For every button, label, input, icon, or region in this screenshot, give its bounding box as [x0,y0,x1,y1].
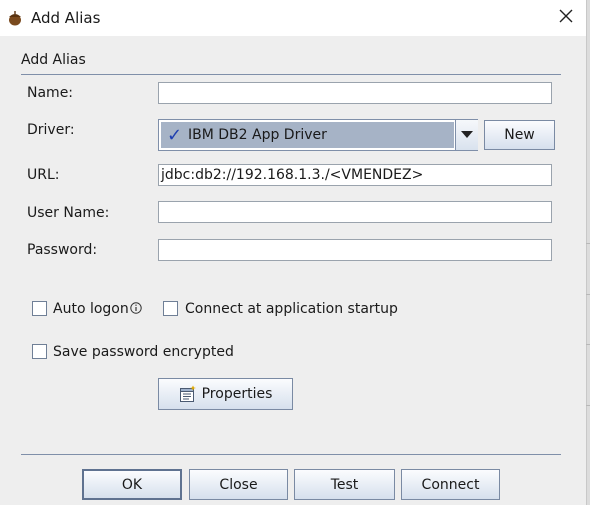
background-divider [586,405,590,406]
section-title: Add Alias [21,52,86,68]
acorn-icon [6,9,24,27]
username-label: User Name: [27,205,110,221]
connect-startup-label[interactable]: Connect at application startup [185,301,398,317]
username-field[interactable] [158,201,552,223]
close-dialog-button[interactable]: Close [189,469,288,500]
dialog-body [0,36,586,505]
checkmark-icon: ✓ [167,125,183,146]
test-button[interactable]: Test [294,469,395,500]
password-label: Password: [27,242,98,258]
properties-label: Properties [201,386,273,402]
driver-label: Driver: [27,122,75,138]
new-driver-button[interactable]: New [484,120,555,150]
window-title: Add Alias [31,9,101,27]
title-bar: Add Alias [0,0,586,36]
background-divider [586,294,590,295]
name-label: Name: [27,85,74,101]
connect-button[interactable]: Connect [401,469,500,500]
properties-icon [179,385,197,403]
password-field[interactable] [158,239,552,261]
save-password-checkbox[interactable] [32,344,47,359]
triangle-down-icon [461,127,473,143]
close-button[interactable] [552,5,580,31]
close-icon [559,9,573,27]
name-field[interactable] [158,82,552,104]
background-divider [586,243,590,244]
section-divider [21,74,561,75]
driver-select[interactable]: ✓ IBM DB2 App Driver [158,119,478,151]
ok-button[interactable]: OK [82,469,182,500]
footer-divider [21,454,561,455]
connect-startup-checkbox[interactable] [163,301,178,316]
background-window-edge [586,0,590,505]
properties-button[interactable]: Properties [158,378,293,410]
driver-dropdown-button[interactable] [455,120,478,150]
auto-logon-checkbox[interactable] [32,301,47,316]
info-icon[interactable] [130,302,142,314]
save-password-label[interactable]: Save password encrypted [53,344,234,360]
driver-selected-text: IBM DB2 App Driver [188,127,327,143]
url-field[interactable]: jdbc:db2://192.168.1.3./<VMENDEZ> [158,164,552,186]
driver-selected-item[interactable]: ✓ IBM DB2 App Driver [161,122,454,148]
url-label: URL: [27,167,60,183]
auto-logon-label[interactable]: Auto logon [53,301,129,317]
background-divider [586,344,590,345]
